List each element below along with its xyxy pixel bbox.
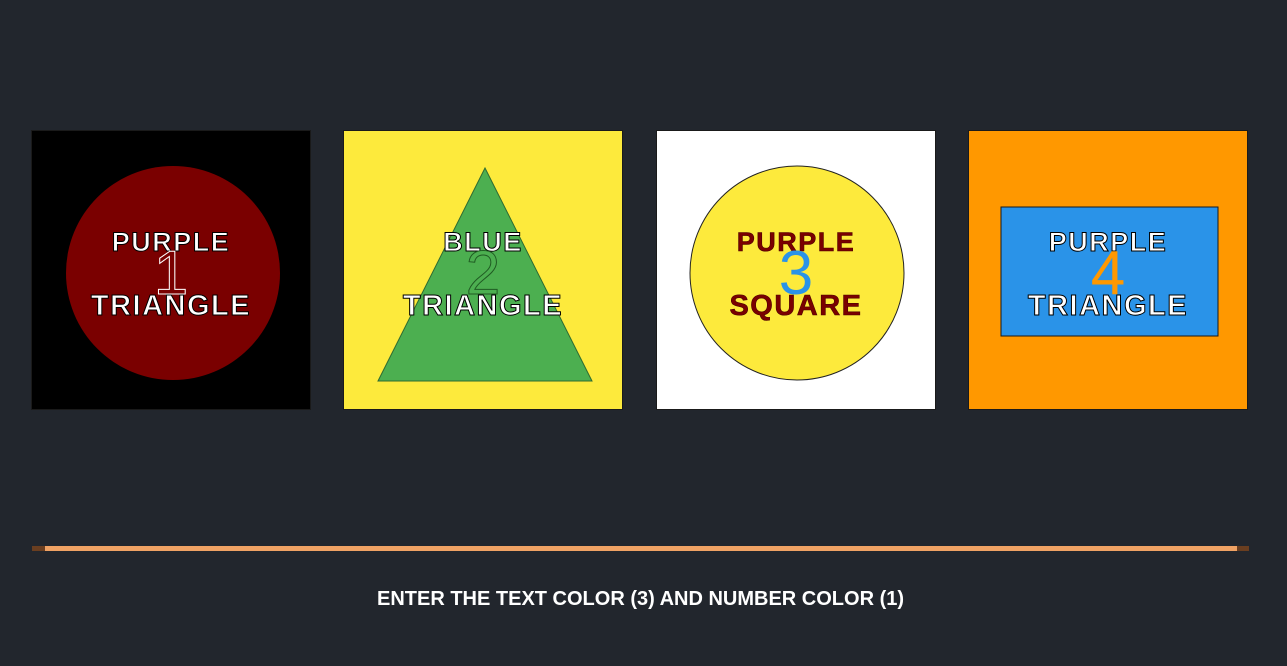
card-2-bottom-word: TRIANGLE	[402, 290, 564, 322]
instruction-text: ENTER THE TEXT COLOR (3) AND NUMBER COLO…	[376, 588, 905, 610]
timer-progress-fill	[45, 546, 1237, 551]
game-stage: PURPLE 1 TRIANGLE BLUE 2 TRIANGLE PURPLE…	[0, 0, 1287, 666]
card-1-bottom-word: TRIANGLE	[90, 290, 252, 322]
timer-progress-bar	[32, 546, 1249, 551]
card-4: PURPLE 4 TRIANGLE	[968, 130, 1248, 410]
card-4-bottom-word: TRIANGLE	[1027, 290, 1189, 322]
card-1: PURPLE 1 TRIANGLE	[31, 130, 311, 410]
card-2: BLUE 2 TRIANGLE	[343, 130, 623, 410]
card-3-bottom-word: SQUARE	[729, 290, 863, 322]
card-3: PURPLE 3 SQUARE	[656, 130, 936, 410]
